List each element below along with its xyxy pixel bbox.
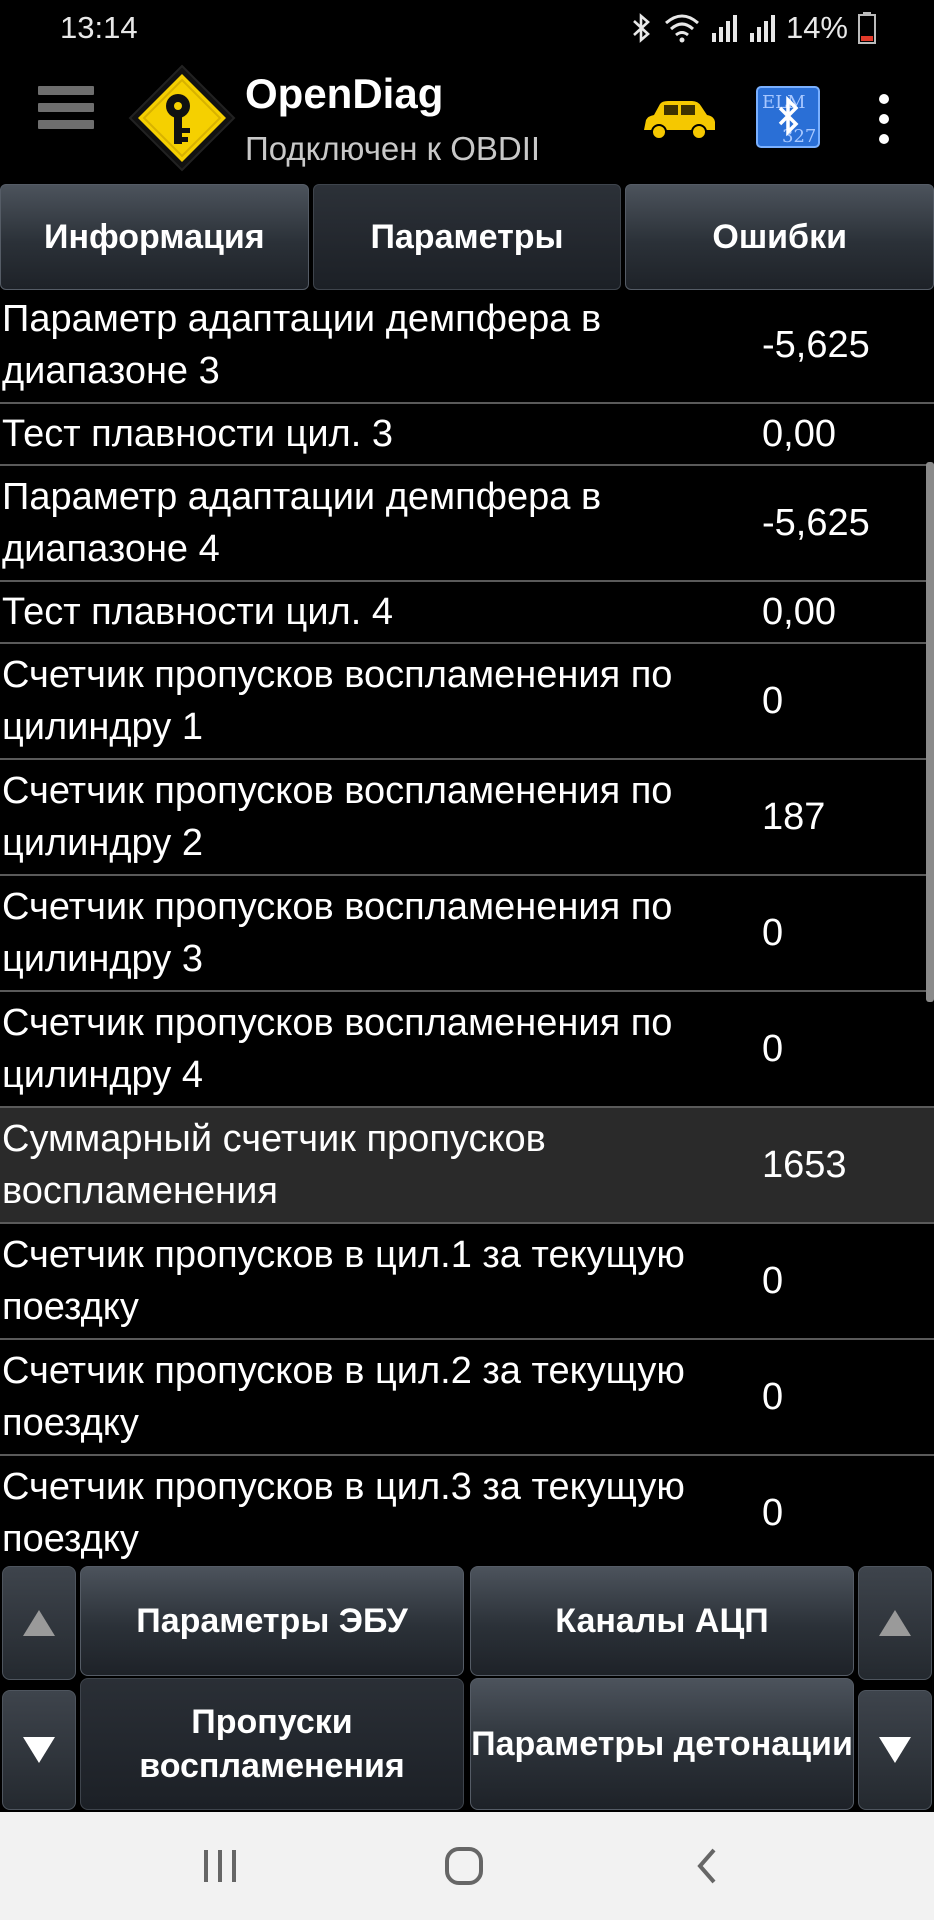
signal-icon-1	[711, 15, 737, 42]
table-row-selected[interactable]: Суммарный счетчик пропусков воспламенени…	[0, 1108, 934, 1224]
param-value: 0	[762, 911, 784, 954]
status-bar: 13:14 14%	[0, 0, 934, 58]
home-icon[interactable]	[444, 1846, 484, 1886]
status-icons: 14%	[630, 10, 876, 46]
table-row[interactable]: Счетчик пропусков воспламенения по цилин…	[0, 760, 934, 876]
knock-params-button[interactable]: Параметры детонации	[470, 1678, 854, 1810]
param-value: 0	[762, 679, 784, 722]
app-logo-icon	[128, 64, 236, 172]
arrow-down-icon	[23, 1737, 55, 1763]
parameter-list[interactable]: Параметр адаптации демпфера в диапазоне …	[0, 292, 934, 1562]
car-icon[interactable]	[640, 96, 718, 144]
param-value: -5,625	[762, 501, 870, 544]
arrow-up-icon	[23, 1610, 55, 1636]
param-name: Счетчик пропусков воспламенения по цилин…	[2, 1002, 673, 1096]
back-icon[interactable]	[694, 1846, 720, 1886]
table-row[interactable]: Счетчик пропусков в цил.2 за текущую пое…	[0, 1340, 934, 1456]
misfires-button[interactable]: Пропуски воспламенения	[80, 1678, 464, 1810]
tab-info[interactable]: Информация	[0, 184, 309, 290]
param-name: Тест плавности цил. 3	[2, 413, 393, 455]
menu-icon[interactable]	[38, 86, 94, 144]
param-name: Счетчик пропусков воспламенения по цилин…	[2, 770, 673, 864]
connection-status: Подключен к OBDII	[245, 130, 541, 167]
param-name: Суммарный счетчик пропусков воспламенени…	[2, 1118, 546, 1212]
param-name: Счетчик пропусков воспламенения по цилин…	[2, 886, 673, 980]
list-scrollbar[interactable]	[926, 462, 934, 1002]
param-value: 187	[762, 795, 826, 838]
table-row[interactable]: Счетчик пропусков в цил.1 за текущую пое…	[0, 1224, 934, 1340]
ecu-params-button[interactable]: Параметры ЭБУ	[80, 1566, 464, 1676]
app-bar: OpenDiag Подключен к OBDII ELM 327	[0, 58, 934, 180]
table-row[interactable]: Параметр адаптации демпфера в диапазоне …	[0, 466, 934, 582]
scroll-up-left-button[interactable]	[2, 1566, 76, 1680]
table-row[interactable]: Счетчик пропусков воспламенения по цилин…	[0, 992, 934, 1108]
recents-icon[interactable]	[200, 1848, 240, 1884]
param-value: 0	[762, 1491, 784, 1534]
param-name: Счетчик пропусков в цил.2 за текущую пое…	[2, 1350, 685, 1444]
param-name: Тест плавности цил. 4	[2, 591, 393, 633]
table-row[interactable]: Тест плавности цил. 3 0,00	[0, 404, 934, 466]
param-name: Параметр адаптации демпфера в диапазоне …	[2, 476, 602, 570]
table-row[interactable]: Счетчик пропусков в цил.3 за текущую пое…	[0, 1456, 934, 1562]
tab-errors[interactable]: Ошибки	[625, 184, 934, 290]
param-name: Счетчик пропусков в цил.1 за текущую пое…	[2, 1234, 685, 1328]
system-nav-bar	[0, 1812, 934, 1920]
bluetooth-status-icon	[633, 13, 650, 43]
bluetooth-elm327-icon[interactable]: ELM 327	[756, 86, 820, 148]
param-value: 0,00	[762, 590, 836, 633]
scroll-up-right-button[interactable]	[858, 1566, 932, 1680]
overflow-menu-icon[interactable]	[872, 94, 896, 144]
param-value: 0	[762, 1027, 784, 1070]
param-value: 1653	[762, 1143, 847, 1186]
bottom-button-panel: Параметры ЭБУ Каналы АЦП Пропуски воспла…	[0, 1562, 934, 1812]
param-value: -5,625	[762, 323, 870, 366]
battery-percent: 14%	[785, 10, 848, 45]
arrow-down-icon	[879, 1737, 911, 1763]
app-title: OpenDiag	[245, 70, 444, 117]
param-value: 0	[762, 1259, 784, 1302]
arrow-up-icon	[879, 1610, 911, 1636]
table-row[interactable]: Тест плавности цил. 4 0,00	[0, 582, 934, 644]
param-value: 0	[762, 1375, 784, 1418]
adc-channels-button[interactable]: Каналы АЦП	[470, 1566, 854, 1676]
tab-bar: Информация Параметры Ошибки	[0, 180, 934, 292]
tab-parameters[interactable]: Параметры	[312, 184, 622, 290]
scroll-down-right-button[interactable]	[858, 1690, 932, 1810]
param-value: 0,00	[762, 412, 836, 455]
status-time: 13:14	[60, 10, 138, 45]
battery-low-icon	[858, 12, 876, 44]
scroll-down-left-button[interactable]	[2, 1690, 76, 1810]
param-name: Счетчик пропусков воспламенения по цилин…	[2, 654, 673, 748]
table-row[interactable]: Счетчик пропусков воспламенения по цилин…	[0, 644, 934, 760]
table-row[interactable]: Параметр адаптации демпфера в диапазоне …	[0, 292, 934, 404]
param-name: Счетчик пропусков в цил.3 за текущую пое…	[2, 1466, 685, 1560]
param-name: Параметр адаптации демпфера в диапазоне …	[2, 298, 602, 392]
table-row[interactable]: Счетчик пропусков воспламенения по цилин…	[0, 876, 934, 992]
wifi-icon	[664, 14, 699, 43]
signal-icon-2	[749, 15, 775, 42]
